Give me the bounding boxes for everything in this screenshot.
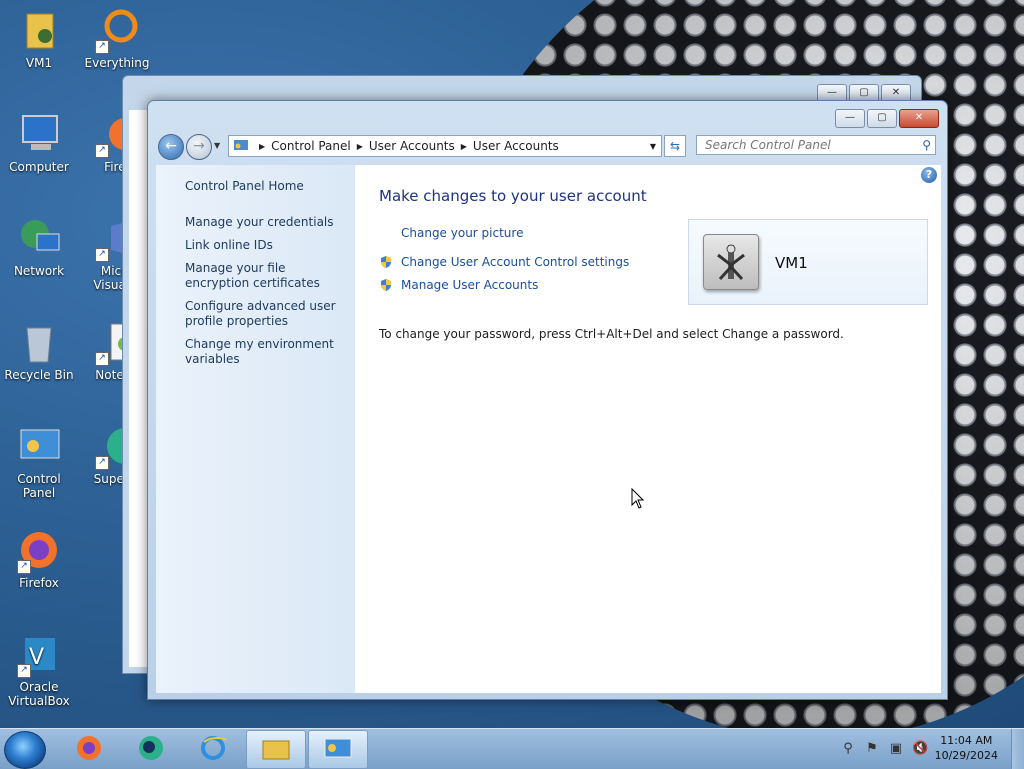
desktop: VM1 ↗ Everything Computer ↗ Firef Networ…	[0, 0, 1024, 728]
control-panel-icon	[15, 424, 63, 470]
desktop-icon-network[interactable]: Network	[0, 216, 78, 278]
forward-button[interactable]: →	[186, 134, 212, 160]
network-icon	[15, 216, 63, 262]
desktop-icon-label: Oracle VirtualBox	[8, 680, 70, 708]
taskbar-control-panel[interactable]	[308, 730, 368, 769]
desktop-icon-label: Firefox	[19, 576, 59, 590]
breadcrumb-arrow-icon[interactable]: ▶	[357, 142, 363, 151]
mouse-cursor-icon	[631, 488, 645, 509]
everything-icon: ↗	[93, 8, 141, 54]
password-note: To change your password, press Ctrl+Alt+…	[379, 327, 844, 341]
refresh-icon[interactable]: ⇆	[664, 135, 686, 157]
volume-muted-icon[interactable]: 🔇	[912, 741, 928, 757]
search-placeholder: Search Control Panel	[705, 138, 831, 152]
uac-shield-icon	[381, 279, 391, 291]
desktop-icon-recycle-bin[interactable]: Recycle Bin	[0, 320, 78, 382]
desktop-icon-label: Everything	[84, 56, 150, 70]
address-bar[interactable]: ▶ Control Panel ▶ User Accounts ▶ User A…	[228, 135, 662, 157]
advanced-profile-link[interactable]: Configure advanced user profile properti…	[185, 299, 350, 329]
main-pane: ? Make changes to your user account Chan…	[355, 165, 941, 693]
clock[interactable]: 11:04 AM 10/29/2024	[935, 733, 998, 763]
search-tray-icon[interactable]: ⚲	[840, 741, 856, 757]
address-dropdown-icon[interactable]: ▼	[644, 141, 661, 151]
taskbar: ⚲ ⚑ ▣ 🔇 11:04 AM 10/29/2024	[0, 728, 1024, 769]
taskbar-explorer[interactable]	[246, 730, 306, 769]
recent-pages-chevron-icon[interactable]: ▼	[214, 141, 220, 150]
desktop-icon-label: Computer	[9, 160, 69, 174]
maximize-button[interactable]: ▢	[867, 109, 897, 128]
minimize-button[interactable]: —	[835, 109, 865, 128]
notification-area: ⚲ ⚑ ▣ 🔇 11:04 AM 10/29/2024	[824, 729, 1024, 769]
navigation-bar: ← → ▼ ▶ Control Panel ▶ User Accounts ▶ …	[156, 133, 939, 160]
breadcrumb-control-panel[interactable]: Control Panel	[271, 139, 351, 153]
desktop-icon-computer[interactable]: Computer	[0, 112, 78, 174]
app-icon	[139, 736, 163, 760]
desktop-icon-vm1[interactable]: VM1	[0, 8, 78, 70]
shortcut-arrow-icon: ↗	[17, 560, 31, 574]
control-panel-icon	[324, 738, 352, 758]
manage-credentials-link[interactable]: Manage your credentials	[185, 215, 350, 230]
computer-icon	[15, 112, 63, 158]
user-picture[interactable]	[703, 234, 759, 290]
user-name: VM1	[775, 254, 808, 272]
page-title: Make changes to your user account	[379, 187, 647, 205]
desktop-icon-label: Network	[13, 264, 65, 278]
control-panel-window[interactable]: — ▢ ✕ ← → ▼ ▶ Control Panel ▶ User Accou…	[147, 100, 948, 700]
environment-variables-link[interactable]: Change my environment variables	[185, 337, 350, 367]
user-folder-icon	[15, 8, 63, 54]
desktop-icon-everything[interactable]: ↗ Everything	[78, 8, 156, 70]
help-icon[interactable]: ?	[921, 167, 937, 183]
uac-shield-icon	[381, 256, 391, 268]
breadcrumb-user-accounts[interactable]: User Accounts	[369, 139, 455, 153]
firefox-icon: ↗	[15, 528, 63, 574]
desktop-icon-control-panel[interactable]: Control Panel	[0, 424, 78, 500]
shortcut-arrow-icon: ↗	[95, 456, 109, 470]
show-desktop-button[interactable]	[1011, 729, 1024, 769]
taskbar-firefox[interactable]	[60, 730, 118, 767]
virtualbox-icon: V ↗	[15, 632, 63, 678]
back-button[interactable]: ←	[158, 134, 184, 160]
shortcut-arrow-icon: ↗	[17, 664, 31, 678]
folder-icon	[262, 740, 290, 760]
taskbar-app[interactable]	[122, 730, 180, 767]
control-panel-icon	[234, 140, 248, 150]
user-account-tile: VM1	[688, 219, 928, 305]
clock-date: 10/29/2024	[934, 749, 998, 762]
desktop-icon-virtualbox[interactable]: V ↗ Oracle VirtualBox	[0, 632, 78, 708]
recycle-bin-icon	[15, 320, 63, 366]
search-input[interactable]: Search Control Panel ⚲	[696, 135, 936, 155]
close-button[interactable]: ✕	[899, 109, 939, 128]
account-picture-icon	[717, 244, 745, 281]
shortcut-arrow-icon: ↗	[95, 248, 109, 262]
taskbar-internet-explorer[interactable]	[184, 730, 242, 767]
shortcut-arrow-icon: ↗	[95, 40, 109, 54]
shortcut-arrow-icon: ↗	[95, 352, 109, 366]
internet-explorer-icon	[201, 736, 227, 760]
desktop-icon-label: VM1	[25, 56, 53, 70]
clock-time: 11:04 AM	[940, 734, 993, 747]
file-encryption-link[interactable]: Manage your file encryption certificates	[185, 261, 350, 291]
control-panel-home-link[interactable]: Control Panel Home	[185, 179, 350, 194]
manage-user-accounts-link[interactable]: Manage User Accounts	[401, 278, 538, 292]
task-pane: Control Panel Home Manage your credentia…	[156, 165, 355, 693]
search-icon[interactable]: ⚲	[922, 136, 931, 155]
network-tray-icon[interactable]: ▣	[888, 741, 904, 757]
breadcrumb-arrow-icon[interactable]: ▶	[259, 142, 265, 151]
breadcrumb-arrow-icon[interactable]: ▶	[461, 142, 467, 151]
svg-text:V: V	[29, 645, 44, 670]
action-center-flag-icon[interactable]: ⚑	[864, 741, 880, 757]
change-picture-link[interactable]: Change your picture	[401, 226, 523, 240]
desktop-icon-firefox[interactable]: ↗ Firefox	[0, 528, 78, 590]
uac-settings-link[interactable]: Change User Account Control settings	[401, 255, 629, 269]
desktop-icon-label: Control Panel	[17, 472, 61, 500]
breadcrumb-user-accounts-current[interactable]: User Accounts	[473, 139, 559, 153]
desktop-icon-label: Recycle Bin	[4, 368, 74, 382]
link-online-ids-link[interactable]: Link online IDs	[185, 238, 350, 253]
shortcut-arrow-icon: ↗	[95, 144, 109, 158]
window-content: Control Panel Home Manage your credentia…	[156, 165, 941, 693]
firefox-icon	[77, 736, 101, 760]
start-button[interactable]	[4, 731, 46, 769]
